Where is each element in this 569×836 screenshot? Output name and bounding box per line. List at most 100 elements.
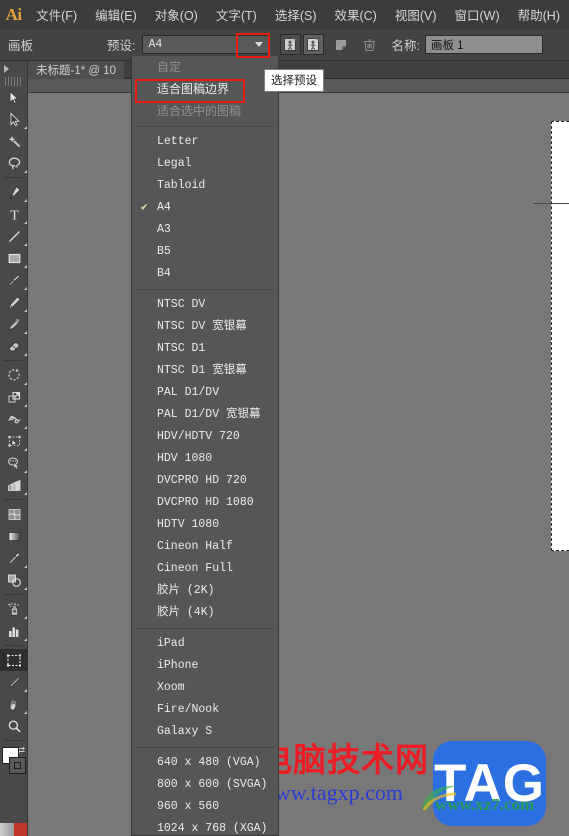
watermark-secondary-url: www.xz7.com <box>435 795 535 814</box>
trash-icon[interactable] <box>359 34 380 55</box>
lasso-tool-icon[interactable] <box>0 152 28 174</box>
menu-view[interactable]: 视图(V) <box>386 0 446 29</box>
artboard-duplicate-icon[interactable] <box>302 34 324 55</box>
blob-brush-tool-icon[interactable] <box>0 313 28 335</box>
preset-menu-item-label: Tabloid <box>157 179 206 192</box>
preset-menu-item-label: A3 <box>157 223 171 236</box>
artboard-tool-icon[interactable] <box>0 649 28 671</box>
preset-menu-item[interactable]: 800 x 600 (SVGA) <box>132 774 278 796</box>
pen-tool-icon[interactable] <box>0 181 28 203</box>
preset-menu-item-label: 960 x 560 <box>157 800 220 813</box>
menu-help[interactable]: 帮助(H) <box>509 0 569 29</box>
drawing-mode-strip[interactable] <box>0 823 27 836</box>
direct-selection-tool-icon[interactable] <box>0 108 28 130</box>
perspective-grid-tool-icon[interactable] <box>0 474 28 496</box>
pencil-tool-icon[interactable] <box>0 291 28 313</box>
toolbar-divider <box>4 594 23 595</box>
column-graph-tool-icon[interactable] <box>0 620 28 642</box>
magic-wand-tool-icon[interactable] <box>0 130 28 152</box>
preset-menu-item[interactable]: HDV 1080 <box>132 448 278 470</box>
preset-menu-item[interactable]: 960 x 560 <box>132 796 278 818</box>
preset-menu-item[interactable]: 1024 x 768 (XGA) <box>132 818 278 835</box>
artboard-new-icon[interactable] <box>279 34 301 55</box>
blend-tool-icon[interactable] <box>0 569 28 591</box>
shape-builder-tool-icon[interactable] <box>0 452 28 474</box>
fill-stroke-swatches[interactable]: ⇄ <box>0 745 27 791</box>
preset-menu-item-label: 640 x 480 (VGA) <box>157 756 261 769</box>
preset-menu-item-label: Fire/Nook <box>157 703 220 716</box>
preset-menu-item-label: 适合选中的图稿 <box>157 104 242 118</box>
line-segment-tool-icon[interactable] <box>0 225 28 247</box>
menu-window[interactable]: 窗口(W) <box>446 0 509 29</box>
menu-select[interactable]: 选择(S) <box>266 0 326 29</box>
tools-panel-grip[interactable] <box>5 77 22 86</box>
preset-menu-item[interactable]: PAL D1/DV 宽银幕 <box>132 404 278 426</box>
toolbar-divider <box>4 360 23 361</box>
selection-tool-icon[interactable] <box>0 86 28 108</box>
preset-menu-item[interactable]: iPad <box>132 633 278 655</box>
width-tool-icon[interactable] <box>0 408 28 430</box>
preset-menu-item[interactable]: ✔ A4 <box>132 197 278 219</box>
stroke-swatch[interactable] <box>9 757 26 774</box>
preset-menu-item[interactable]: HDV/HDTV 720 <box>132 426 278 448</box>
preset-menu-item[interactable]: Xoom <box>132 677 278 699</box>
gradient-swatch-icon[interactable] <box>0 823 14 836</box>
type-tool-icon[interactable]: T <box>0 203 28 225</box>
hand-tool-icon[interactable] <box>0 693 28 715</box>
gradient-tool-icon[interactable] <box>0 525 28 547</box>
preset-menu-item[interactable]: Galaxy S <box>132 721 278 743</box>
symbol-sprayer-tool-icon[interactable] <box>0 598 28 620</box>
preset-menu-item[interactable]: Cineon Full <box>132 558 278 580</box>
scale-tool-icon[interactable] <box>0 386 28 408</box>
preset-menu-item[interactable]: DVCPRO HD 1080 <box>132 492 278 514</box>
preset-label: 预设: <box>107 39 136 53</box>
preset-menu-item[interactable]: Legal <box>132 153 278 175</box>
menu-object[interactable]: 对象(O) <box>146 0 207 29</box>
preset-menu-item[interactable]: B5 <box>132 241 278 263</box>
preset-menu-item[interactable]: 适合图稿边界 <box>132 78 278 100</box>
preset-menu-item[interactable]: Tabloid <box>132 175 278 197</box>
preset-menu-item[interactable]: iPhone <box>132 655 278 677</box>
preset-menu-item[interactable]: NTSC D1 <box>132 338 278 360</box>
preset-menu-item[interactable]: Cineon Half <box>132 536 278 558</box>
preset-menu-item[interactable]: Fire/Nook <box>132 699 278 721</box>
preset-menu-item[interactable]: NTSC D1 宽银幕 <box>132 360 278 382</box>
canvas-area[interactable]: 01 <box>28 79 569 836</box>
preset-dropdown-menu[interactable]: 自定 适合图稿边界适合选中的图稿 Letter Legal Tabloid ✔ A4 A3 B5… <box>131 56 279 836</box>
menu-edit[interactable]: 编辑(E) <box>86 0 146 29</box>
artboard-name-input[interactable]: 画板 1 <box>424 35 543 54</box>
preset-menu-item[interactable]: HDTV 1080 <box>132 514 278 536</box>
tools-panel-collapse[interactable] <box>0 61 27 77</box>
menu-type[interactable]: 文字(T) <box>207 0 266 29</box>
app-logo-icon: Ai <box>5 4 23 24</box>
slice-tool-icon[interactable] <box>0 671 28 693</box>
preset-menu-item[interactable]: 640 x 480 (VGA) <box>132 752 278 774</box>
preset-dropdown[interactable]: A4 <box>141 35 270 54</box>
document-tab[interactable]: 未标题-1* @ 10 <box>28 61 125 79</box>
artboard-move-icon[interactable] <box>331 34 352 55</box>
menu-effect[interactable]: 效果(C) <box>325 0 385 29</box>
color-swatch-icon[interactable] <box>13 823 27 836</box>
paintbrush-tool-icon[interactable] <box>0 269 28 291</box>
preset-menu-item-label: 1024 x 768 (XGA) <box>157 822 268 835</box>
preset-menu-item[interactable]: NTSC DV <box>132 294 278 316</box>
zoom-tool-icon[interactable] <box>0 715 28 737</box>
preset-menu-item: 自定 <box>132 56 278 78</box>
preset-menu-item[interactable]: A3 <box>132 219 278 241</box>
rotate-tool-icon[interactable] <box>0 364 28 386</box>
preset-menu-item[interactable]: B4 <box>132 263 278 285</box>
menu-file[interactable]: 文件(F) <box>27 0 86 29</box>
rectangle-tool-icon[interactable] <box>0 247 28 269</box>
chevron-down-icon[interactable] <box>250 36 269 53</box>
eraser-tool-icon[interactable] <box>0 335 28 357</box>
mesh-tool-icon[interactable] <box>0 503 28 525</box>
preset-menu-item-label: NTSC DV 宽银幕 <box>157 320 247 333</box>
preset-menu-item[interactable]: 胶片 (2K) <box>132 580 278 602</box>
preset-menu-item[interactable]: PAL D1/DV <box>132 382 278 404</box>
eyedropper-tool-icon[interactable] <box>0 547 28 569</box>
free-transform-tool-icon[interactable] <box>0 430 28 452</box>
preset-menu-item[interactable]: Letter <box>132 131 278 153</box>
preset-menu-item[interactable]: 胶片 (4K) <box>132 602 278 624</box>
preset-menu-item[interactable]: DVCPRO HD 720 <box>132 470 278 492</box>
preset-menu-item[interactable]: NTSC DV 宽银幕 <box>132 316 278 338</box>
